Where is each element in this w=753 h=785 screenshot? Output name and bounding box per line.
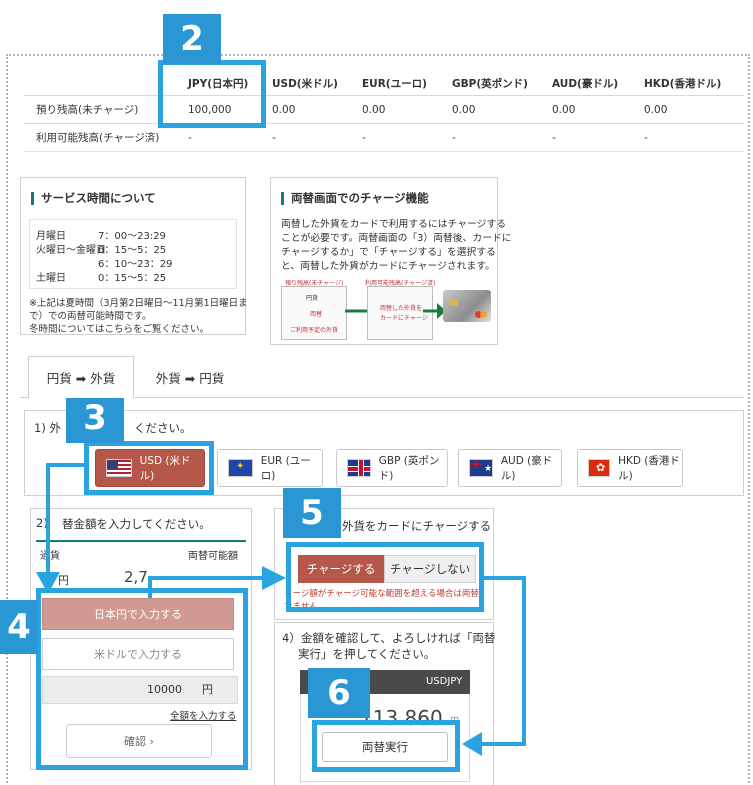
charge-warning: でません。 — [284, 602, 327, 612]
col-available: 両替可能額 — [188, 551, 238, 562]
step2-label-b: 替金額を入力してください。 — [62, 517, 211, 531]
charge-info-line: と、両替した外貨がカードにチャージされます。 — [281, 261, 495, 272]
step-badge-2: 2 — [163, 14, 221, 64]
balance-value: 0.00 — [452, 103, 476, 116]
service-hours-title: サービス時間について — [31, 192, 156, 205]
rate-header-line — [36, 540, 246, 542]
schedule-day: 火曜日〜金曜日 — [36, 245, 106, 256]
step1-label-b: ください。 — [134, 421, 192, 435]
diagram-text: 両替 — [310, 311, 323, 318]
row-label: 預り残高(未チャージ) — [36, 104, 139, 116]
exchange-rate: 113.860 — [360, 706, 443, 730]
currency-label: GBP (英ポンド) — [378, 455, 440, 482]
schedule-day: 月曜日 — [36, 231, 66, 242]
step-badge-6: 6 — [308, 668, 370, 718]
charge-button[interactable]: チャージする — [298, 555, 384, 583]
currency-label: HKD (香港ドル) — [618, 455, 680, 482]
schedule-panel: 月曜日 7：00〜23:29 火曜日〜金曜日 0：15〜5：25 6：10〜23… — [29, 219, 237, 289]
rate-unit: 円 — [450, 717, 460, 727]
row-currency: 円 — [58, 574, 69, 587]
balance-value: - — [644, 131, 648, 144]
charge-info-line: 両替した外貨をカードで利用するにはチャージする — [281, 219, 507, 230]
charge-info-box: 両替画面でのチャージ機能 両替した外貨をカードで利用するにはチャージする ことが… — [270, 177, 512, 345]
currency-label: AUD (豪ドル) — [500, 455, 553, 482]
amount-value: 10000 — [147, 683, 182, 696]
us-flag-icon — [106, 459, 132, 477]
balance-value: - — [552, 131, 556, 144]
tab-yen-to-foreign[interactable]: 円貨 ➡ 外貨 — [28, 356, 134, 398]
balance-value: 0.00 — [552, 103, 576, 116]
tab-foreign-to-yen[interactable]: 外貨 ➡ 円貨 — [140, 356, 240, 398]
balance-value: 100,000 — [188, 103, 232, 116]
balance-table-header: JPY(日本円) USD(米ドル) EUR(ユーロ) GBP(英ポンド) AUD… — [24, 72, 744, 96]
col-currency: 通貨 — [40, 551, 60, 562]
schedule-time: 6：10〜23：29 — [98, 259, 173, 270]
col-eur: EUR(ユーロ) — [362, 78, 427, 90]
execute-exchange-button[interactable]: 両替実行 — [322, 732, 448, 762]
credit-card-icon — [443, 290, 491, 322]
diagram-text: 円貨 — [306, 295, 319, 302]
currency-button-eur[interactable]: EUR (ユーロ) — [217, 449, 323, 487]
balance-value: - — [188, 131, 192, 144]
service-note: で）での両替可能時間です。 — [29, 311, 152, 322]
au-flag-icon — [469, 459, 493, 477]
currency-button-aud[interactable]: AUD (豪ドル) — [458, 449, 562, 487]
gb-flag-icon — [347, 459, 371, 477]
charge-warning: ャージ額がチャージ可能な範囲を超える場合は両替 — [284, 589, 479, 599]
table-row: 預り残高(未チャージ) 100,000 0.00 0.00 0.00 0.00 … — [24, 96, 744, 124]
schedule-time: 0：15〜5：25 — [98, 245, 167, 256]
schedule-time: 0：15〜5：25 — [98, 273, 167, 284]
service-hours-box: サービス時間について 月曜日 7：00〜23:29 火曜日〜金曜日 0：15〜5… — [20, 177, 248, 335]
input-usd-button[interactable]: 米ドルで入力する — [42, 638, 234, 670]
hk-flag-icon — [588, 459, 611, 477]
currency-button-gbp[interactable]: GBP (英ポンド) — [336, 449, 448, 487]
service-note: ※上記は夏時間（3月第2日曜日〜11月第1日曜日ま — [29, 298, 248, 309]
currency-label: USD (米ドル) — [139, 455, 191, 482]
balance-value: - — [452, 131, 456, 144]
col-aud: AUD(豪ドル) — [552, 78, 619, 90]
charge-info-title: 両替画面でのチャージ機能 — [281, 192, 429, 205]
input-jpy-button[interactable]: 日本円で入力する — [42, 598, 234, 630]
step4-line: 実行」を押してください。 — [298, 647, 436, 661]
service-note-link[interactable]: 冬時間についてはこちらをご覧ください。 — [29, 321, 209, 335]
balance-value: 0.00 — [362, 103, 386, 116]
currency-button-usd[interactable]: USD (米ドル) — [95, 449, 205, 487]
currency-pair: USDJPY — [426, 676, 463, 687]
balance-value: 0.00 — [272, 103, 296, 116]
available-amount: 2,7 — [124, 568, 148, 586]
schedule-day: 土曜日 — [36, 273, 66, 284]
row-label: 利用可能残高(チャージ済) — [36, 132, 160, 144]
diagram-screen-left: 円貨 両替 ご利用予定の外貨 — [281, 286, 347, 340]
step-badge-5: 5 — [283, 488, 341, 538]
charge-info-line: チャージするか」で「チャージする」を選択する — [281, 247, 496, 258]
step4-line: 4）金額を確認して、よろしければ「両替 — [282, 631, 496, 645]
table-row: 利用可能残高(チャージ済) - - - - - - — [24, 124, 744, 152]
diagram-text: ご利用予定の外貨 — [290, 327, 339, 334]
balance-value: 0.00 — [644, 103, 668, 116]
schedule-time: 7：00〜23:29 — [98, 231, 166, 242]
col-jpy: JPY(日本円) — [188, 78, 249, 90]
step-badge-4: 4 — [0, 600, 38, 654]
amount-unit: 円 — [202, 683, 213, 696]
col-usd: USD(米ドル) — [272, 78, 338, 90]
step3-label: 外貨をカードにチャージする — [342, 519, 492, 533]
balance-value: - — [362, 131, 366, 144]
col-gbp: GBP(英ポンド) — [452, 78, 528, 90]
col-hkd: HKD(香港ドル) — [644, 78, 722, 90]
currency-label: EUR (ユーロ) — [260, 455, 311, 482]
diagram-text: 両替した外貨を — [380, 305, 423, 312]
eu-flag-icon — [228, 459, 253, 477]
step1-label-a: 1) 外 — [34, 421, 61, 435]
currency-button-hkd[interactable]: HKD (香港ドル) — [577, 449, 683, 487]
confirm-button[interactable]: 確認 › — [66, 724, 212, 758]
step2-label-a: 2) — [36, 516, 48, 530]
diagram-text: カードにチャージ — [380, 315, 428, 322]
all-amount-link[interactable]: 全額を入力する — [170, 708, 237, 722]
balance-value: - — [272, 131, 276, 144]
no-charge-button[interactable]: チャージしない — [384, 555, 476, 583]
charge-info-line: ことが必要です。両替画面の「3）両替後、カードに — [281, 233, 512, 244]
step-badge-3: 3 — [66, 393, 124, 443]
